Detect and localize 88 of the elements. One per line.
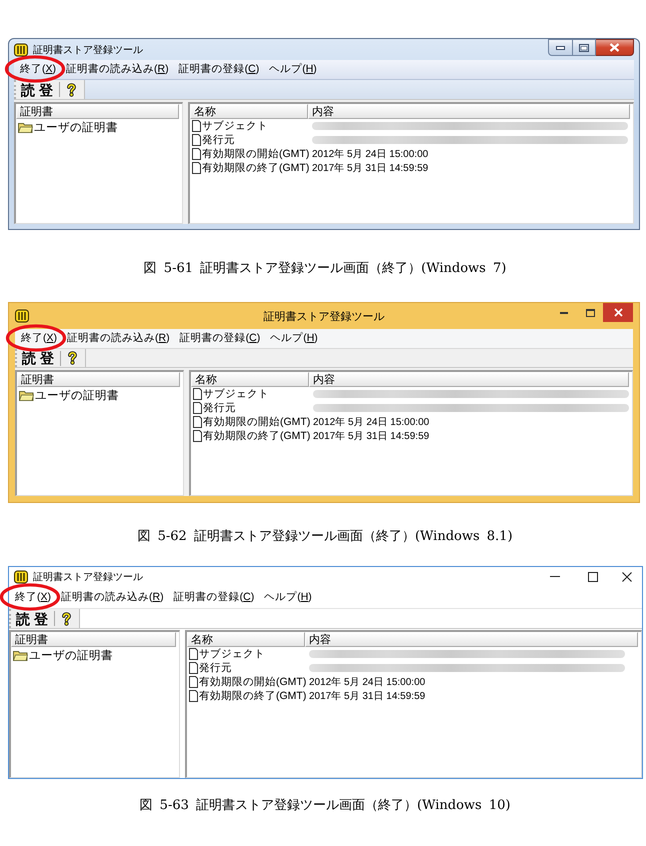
field-name: 発行元 <box>203 401 236 415</box>
figure-caption: 図 5-63 証明書ストア登録ツール画面（終了）(Windows 10) <box>140 797 510 814</box>
menu-item[interactable]: 証明書の登録(C) <box>174 62 264 77</box>
field-value: 2017年 5月 31日 14:59:59 <box>308 690 426 703</box>
menu-item[interactable]: ヘルプ(H) <box>264 62 322 77</box>
maximize-icon <box>579 44 589 52</box>
column-header[interactable]: 証明書 <box>11 632 176 647</box>
column-header[interactable]: 内容 <box>305 632 638 647</box>
help-button[interactable] <box>65 82 78 96</box>
field-name: サブジェクト <box>202 119 268 133</box>
document-icon <box>189 648 198 660</box>
maximize-button[interactable] <box>573 39 596 56</box>
minimize-icon <box>550 576 560 577</box>
menu-item[interactable]: ヘルプ(H) <box>265 331 323 346</box>
maximize-icon <box>586 308 594 316</box>
document-icon <box>193 388 202 400</box>
field-name: 発行元 <box>199 661 232 675</box>
field-name: サブジェクト <box>203 387 269 401</box>
help-button[interactable] <box>60 612 73 626</box>
app-icon <box>15 309 29 323</box>
window-title: 証明書ストア登録ツール <box>33 44 144 57</box>
document-icon <box>189 690 198 702</box>
help-icon <box>67 82 76 96</box>
field-value: 2012年 5月 24日 15:00:00 <box>308 676 426 689</box>
tree-item[interactable]: ユーザの証明書 <box>34 120 118 135</box>
column-header[interactable]: 内容 <box>308 104 630 119</box>
folder-icon <box>18 122 33 133</box>
folder-icon <box>13 650 28 661</box>
tree-item[interactable]: ユーザの証明書 <box>29 648 113 663</box>
window-title: 証明書ストア登録ツール <box>264 310 384 324</box>
field-value: 2017年 5月 31日 14:59:59 <box>312 430 430 443</box>
field-name: 有効期限の開始(GMT) <box>203 415 310 429</box>
folder-icon <box>19 390 34 401</box>
document-icon <box>193 416 202 428</box>
column-header[interactable]: 証明書 <box>16 104 179 119</box>
field-name: 有効期限の開始(GMT) <box>199 675 306 689</box>
figure-caption: 図 5-62 証明書ストア登録ツール画面（終了）(Windows 8.1) <box>137 528 513 545</box>
toolbar-button[interactable]: 登 <box>38 84 54 99</box>
close-button[interactable] <box>596 39 634 56</box>
document-icon <box>192 148 201 160</box>
column-header[interactable]: 名称 <box>190 104 308 119</box>
field-value: 2012年 5月 24日 15:00:00 <box>312 416 430 429</box>
figure-caption: 図 5-61 証明書ストア登録ツール画面（終了）(Windows 7) <box>144 260 506 277</box>
toolbar-button[interactable]: 読 <box>20 84 36 99</box>
minimize-button[interactable] <box>548 39 573 56</box>
document-icon <box>193 430 202 442</box>
field-value: 2017年 5月 31日 14:59:59 <box>311 162 428 175</box>
toolbar-button[interactable]: 読 <box>21 352 37 367</box>
close-icon <box>609 43 620 52</box>
tree-item[interactable]: ユーザの証明書 <box>35 388 119 403</box>
close-icon <box>614 308 622 317</box>
menu-item[interactable]: 証明書の読み込み(R) <box>61 62 174 77</box>
app-icon <box>14 570 28 584</box>
column-header[interactable]: 名称 <box>187 632 305 647</box>
minimize-icon <box>560 312 568 314</box>
close-button[interactable] <box>603 303 633 322</box>
toolbar-button[interactable]: 登 <box>39 352 55 367</box>
menu-item[interactable]: ヘルプ(H) <box>259 590 317 604</box>
menu-item[interactable]: 証明書の読み込み(R) <box>56 590 169 604</box>
document-icon <box>189 662 198 674</box>
document-icon <box>192 134 201 146</box>
toolbar-button[interactable]: 登 <box>33 613 49 628</box>
field-name: 発行元 <box>202 133 235 147</box>
document-icon <box>193 402 202 414</box>
menu-item[interactable]: 証明書の読み込み(R) <box>62 331 175 346</box>
window-title: 証明書ストア登録ツール <box>33 570 144 584</box>
help-icon <box>62 612 71 626</box>
toolbar-button[interactable]: 読 <box>15 613 31 628</box>
document-icon <box>192 120 201 132</box>
help-button[interactable] <box>66 351 79 365</box>
close-icon <box>622 572 632 582</box>
help-icon <box>68 351 77 365</box>
document-icon <box>189 676 198 688</box>
app-icon <box>14 43 28 57</box>
field-name: 有効期限の終了(GMT) <box>203 429 310 443</box>
field-name: 有効期限の開始(GMT) <box>202 147 310 161</box>
menu-item[interactable]: 証明書の登録(C) <box>168 590 260 604</box>
column-header[interactable]: 証明書 <box>17 372 180 387</box>
column-header[interactable]: 名称 <box>191 372 309 387</box>
field-name: 有効期限の終了(GMT) <box>202 161 310 175</box>
minimize-icon <box>556 46 565 50</box>
maximize-icon <box>588 572 598 582</box>
document-icon <box>192 162 201 174</box>
field-name: サブジェクト <box>199 647 265 661</box>
column-header[interactable]: 内容 <box>309 372 629 387</box>
field-name: 有効期限の終了(GMT) <box>199 689 306 703</box>
menu-item[interactable]: 証明書の登録(C) <box>174 331 266 346</box>
field-value: 2012年 5月 24日 15:00:00 <box>311 148 428 161</box>
